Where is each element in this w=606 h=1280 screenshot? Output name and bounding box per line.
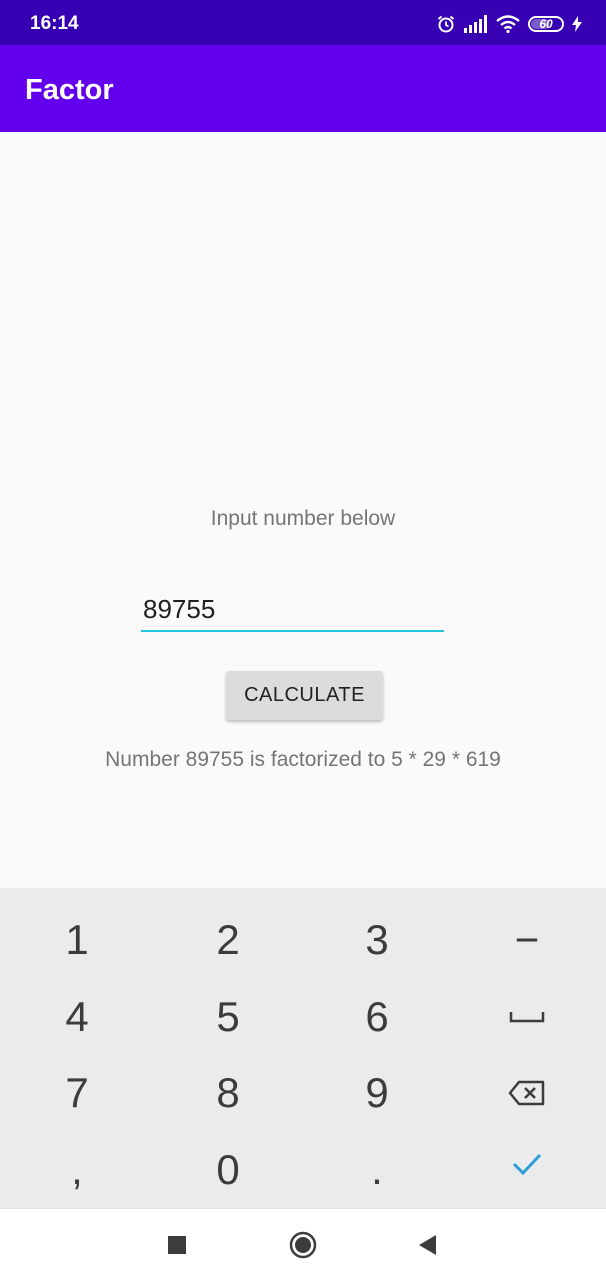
key-8[interactable]: 8 [153,1055,303,1131]
home-button[interactable] [289,1231,317,1259]
app-bar: Factor [0,45,606,132]
signal-icon [464,15,487,33]
charging-icon [572,16,582,32]
key-period[interactable]: . [302,1132,452,1208]
numeric-keyboard: 1 2 3 − 4 5 6 7 8 9 , 0 . [0,888,606,1208]
status-bar: 16:14 60 [0,0,606,45]
key-1[interactable]: 1 [2,902,152,978]
back-icon [419,1235,436,1255]
recents-icon [168,1236,186,1254]
key-2[interactable]: 2 [153,902,303,978]
key-9[interactable]: 9 [302,1055,452,1131]
backspace-icon [508,1080,545,1106]
battery-level: 60 [539,17,553,31]
status-icons: 60 [436,12,582,36]
number-input[interactable] [141,588,444,632]
navigation-bar [0,1208,606,1280]
key-7[interactable]: 7 [2,1055,152,1131]
checkmark-icon [512,1153,542,1176]
key-comma[interactable]: , [2,1132,152,1208]
recents-button[interactable] [163,1231,191,1259]
key-5[interactable]: 5 [153,979,303,1055]
app-title: Factor [25,74,114,106]
key-3[interactable]: 3 [302,902,452,978]
space-icon [509,1012,545,1023]
key-4[interactable]: 4 [2,979,152,1055]
key-backspace[interactable] [452,1055,602,1131]
alarm-icon [437,15,455,33]
result-text: Number 89755 is factorized to 5 * 29 * 6… [105,748,501,771]
status-time: 16:14 [30,13,79,34]
key-6[interactable]: 6 [302,979,452,1055]
input-prompt-label: Input number below [210,507,396,530]
key-minus[interactable]: − [452,902,602,978]
key-done[interactable] [452,1126,602,1202]
battery-icon: 60 [528,16,564,32]
wifi-icon [496,15,520,33]
calculate-button[interactable]: CALCULATE [226,671,383,720]
back-button[interactable] [413,1231,441,1259]
home-icon [289,1231,317,1259]
key-space[interactable] [452,979,602,1055]
key-0[interactable]: 0 [153,1132,303,1208]
